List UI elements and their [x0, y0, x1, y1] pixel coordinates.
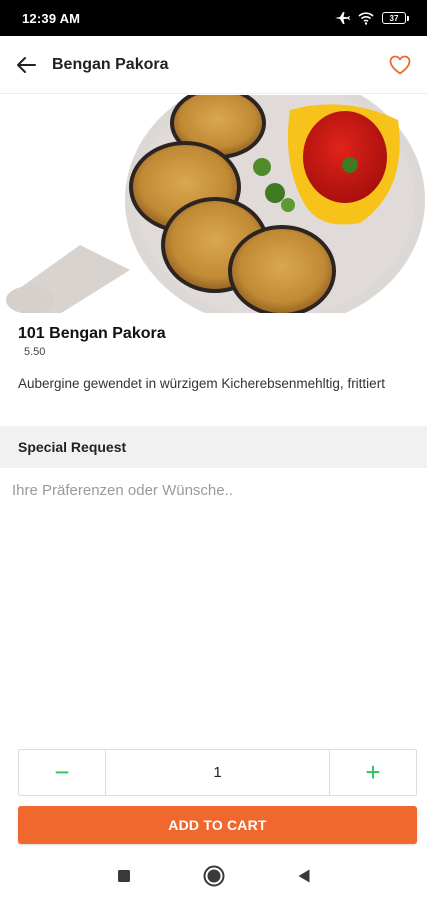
product-image: [0, 95, 427, 313]
arrow-left-icon: [17, 56, 36, 73]
status-icons: 37: [334, 11, 409, 25]
app-bar: Bengan Pakora: [0, 36, 427, 94]
square-icon: [117, 870, 130, 882]
favorite-button[interactable]: [373, 36, 427, 94]
airplane-icon: [335, 12, 350, 24]
battery-level: 37: [382, 12, 406, 24]
special-request-input[interactable]: [0, 470, 427, 740]
decrease-quantity-button[interactable]: −: [19, 750, 106, 795]
wifi-icon: [358, 11, 374, 25]
circle-icon: [203, 865, 224, 887]
status-bar: 12:39 AM 37: [0, 0, 427, 36]
quantity-value: 1: [213, 764, 222, 781]
product-name: 101 Bengan Pakora: [18, 325, 166, 342]
add-to-cart-button[interactable]: ADD TO CART: [18, 806, 417, 844]
recents-button[interactable]: [112, 864, 136, 888]
back-button[interactable]: [0, 36, 52, 94]
system-nav-bar: [0, 852, 427, 900]
home-button[interactable]: [202, 864, 226, 888]
heart-outline-icon: [389, 55, 411, 74]
battery-icon: 37: [382, 12, 409, 24]
special-request-header: Special Request: [0, 426, 427, 468]
system-back-button[interactable]: [292, 864, 316, 888]
product-price: 5.50: [24, 346, 46, 358]
increase-quantity-button[interactable]: +: [329, 750, 416, 795]
triangle-back-icon: [298, 869, 309, 883]
product-description: Aubergine gewendet in würzigem Kicherebs…: [18, 376, 385, 391]
page-title: Bengan Pakora: [52, 55, 169, 73]
status-time: 12:39 AM: [22, 10, 81, 26]
quantity-stepper: − 1 +: [18, 749, 417, 796]
